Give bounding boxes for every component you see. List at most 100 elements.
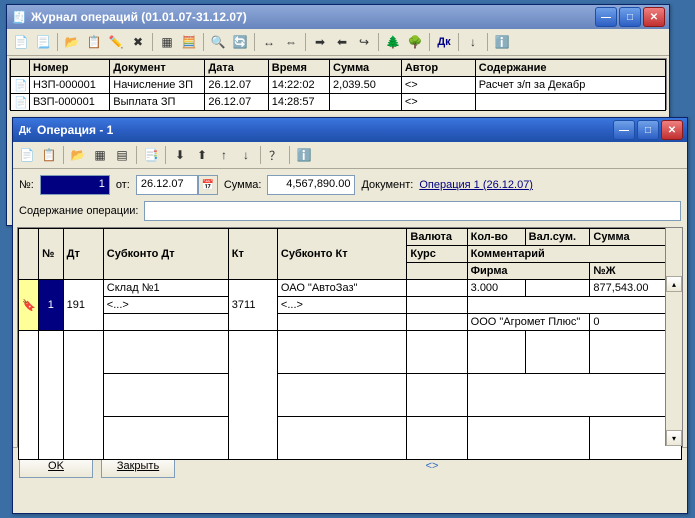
journal-titlebar[interactable]: 🧾 Журнал операций (01.01.07-31.12.07) — …: [7, 5, 669, 29]
scroll-up-icon[interactable]: ▴: [666, 276, 682, 292]
maximize-button[interactable]: □: [619, 7, 641, 27]
cell-firm[interactable]: ООО "Агромет Плюс": [467, 314, 590, 331]
h-qty[interactable]: Кол-во: [467, 229, 525, 246]
new-line-icon[interactable]: 📃: [33, 32, 53, 52]
help-icon[interactable]: ℹ️: [294, 145, 314, 165]
col-date[interactable]: Дата: [205, 60, 268, 77]
cell-blank2[interactable]: [407, 314, 467, 331]
row-icon: 📄: [11, 94, 30, 111]
open-icon[interactable]: 📂: [62, 32, 82, 52]
cell-subdt1[interactable]: Склад №1: [103, 280, 228, 297]
h-firm[interactable]: Фирма: [467, 263, 590, 280]
dk-icon[interactable]: Дк: [434, 32, 454, 52]
insert-icon[interactable]: ⬇: [170, 145, 190, 165]
h-valsum[interactable]: Вал.сум.: [525, 229, 590, 246]
scroll-down-icon[interactable]: ▾: [666, 430, 682, 446]
cell-subdt3[interactable]: [103, 314, 228, 331]
col-sum[interactable]: Сумма: [330, 60, 402, 77]
h-subkt[interactable]: Субконто Кт: [277, 229, 406, 280]
table-row[interactable]: 📄 ВЗП-000001 Выплата ЗП 26.12.07 14:28:5…: [11, 94, 666, 111]
copy-icon[interactable]: 📋: [84, 32, 104, 52]
posting-row[interactable]: <...> <...>: [19, 297, 682, 314]
nav-arrows-icon[interactable]: <>: [426, 460, 439, 472]
width-icon[interactable]: ↔: [259, 32, 279, 52]
cell-valsum[interactable]: [525, 280, 590, 297]
refresh-icon[interactable]: 🔄: [230, 32, 250, 52]
sum-field[interactable]: 4,567,890.00: [267, 175, 355, 195]
num-field[interactable]: 1: [40, 175, 110, 195]
h-course[interactable]: Курс: [407, 246, 467, 263]
tree-icon[interactable]: 🌲: [383, 32, 403, 52]
cell-sum: 2,039.50: [330, 77, 402, 94]
width2-icon[interactable]: ⇔: [281, 32, 301, 52]
journal-grid[interactable]: Номер Документ Дата Время Сумма Автор Со…: [9, 58, 667, 110]
col-num[interactable]: Номер: [30, 60, 110, 77]
table-row[interactable]: 📄 НЗП-000001 Начисление ЗП 26.12.07 14:2…: [11, 77, 666, 94]
empty-row[interactable]: [19, 417, 682, 460]
grid1-icon[interactable]: ▦: [90, 145, 110, 165]
open-icon[interactable]: 📂: [68, 145, 88, 165]
col-content[interactable]: Содержание: [475, 60, 665, 77]
col-doc[interactable]: Документ: [110, 60, 205, 77]
cell-date: 26.12.07: [205, 94, 268, 111]
col-author[interactable]: Автор: [401, 60, 475, 77]
cell-subdt2[interactable]: <...>: [103, 297, 228, 314]
h-cur[interactable]: Валюта: [407, 229, 467, 246]
tree2-icon[interactable]: 🌳: [405, 32, 425, 52]
document-link[interactable]: Операция 1 (26.12.07): [419, 179, 533, 191]
empty-row[interactable]: [19, 374, 682, 417]
operation-titlebar[interactable]: Дк Операция - 1 — □ ✕: [13, 118, 687, 142]
postings-grid[interactable]: № Дт Субконто Дт Кт Субконто Кт Валюта К…: [17, 227, 683, 447]
edit-icon[interactable]: ✏️: [106, 32, 126, 52]
filter-icon[interactable]: 🧮: [179, 32, 199, 52]
vertical-scrollbar[interactable]: ▴ ▾: [665, 228, 682, 446]
minimize-button[interactable]: —: [613, 120, 635, 140]
cell-author: <>: [401, 77, 475, 94]
grid-icon[interactable]: ▦: [157, 32, 177, 52]
cell-comment[interactable]: [467, 297, 681, 314]
search-icon[interactable]: 🔍: [208, 32, 228, 52]
unpost-icon[interactable]: ⬅: [332, 32, 352, 52]
maximize-button[interactable]: □: [637, 120, 659, 140]
cell-cur[interactable]: [407, 280, 467, 297]
down-icon[interactable]: ↓: [236, 145, 256, 165]
h-n[interactable]: №: [39, 229, 64, 280]
cell-course[interactable]: [407, 297, 467, 314]
help-icon[interactable]: ℹ️: [492, 32, 512, 52]
col-time[interactable]: Время: [268, 60, 329, 77]
cell-subkt1[interactable]: ОАО "АвтоЗаз": [277, 280, 406, 297]
h-comment[interactable]: Комментарий: [467, 246, 681, 263]
remove-icon[interactable]: ⬆: [192, 145, 212, 165]
copy-icon[interactable]: 📑: [141, 145, 161, 165]
mark-icon[interactable]: ↪: [354, 32, 374, 52]
minimize-button[interactable]: —: [595, 7, 617, 27]
template-icon[interactable]: 📋: [39, 145, 59, 165]
grid2-icon[interactable]: ▤: [112, 145, 132, 165]
h-dt[interactable]: Дт: [63, 229, 103, 280]
cell-subkt2[interactable]: <...>: [277, 297, 406, 314]
up-icon[interactable]: ↑: [214, 145, 234, 165]
new-row-icon[interactable]: 📄: [17, 145, 37, 165]
posting-row[interactable]: 🔖 1 191 Склад №1 3711 ОАО "АвтоЗаз" 3.00…: [19, 280, 682, 297]
calendar-icon[interactable]: 📅: [198, 175, 218, 195]
whatsthis-icon[interactable]: ？: [265, 145, 285, 165]
date-field[interactable]: 26.12.07: [136, 175, 198, 195]
delete-icon[interactable]: ✖: [128, 32, 148, 52]
new-icon[interactable]: 📄: [11, 32, 31, 52]
close-button[interactable]: ✕: [643, 7, 665, 27]
posting-row[interactable]: ООО "Агромет Плюс" 0: [19, 314, 682, 331]
cell-qty[interactable]: 3.000: [467, 280, 525, 297]
empty-row[interactable]: [19, 331, 682, 374]
cell-dt[interactable]: 191: [63, 280, 103, 331]
close-button[interactable]: ✕: [661, 120, 683, 140]
down-icon[interactable]: ↓: [463, 32, 483, 52]
h-kt[interactable]: Кт: [228, 229, 277, 280]
cell-content: [475, 94, 665, 111]
post-icon[interactable]: ➡: [310, 32, 330, 52]
cell-n[interactable]: 1: [39, 280, 64, 331]
row-icon: 📄: [11, 77, 30, 94]
content-field[interactable]: [144, 201, 681, 221]
cell-kt[interactable]: 3711: [228, 280, 277, 331]
h-subdt[interactable]: Субконто Дт: [103, 229, 228, 280]
cell-subkt3[interactable]: [277, 314, 406, 331]
